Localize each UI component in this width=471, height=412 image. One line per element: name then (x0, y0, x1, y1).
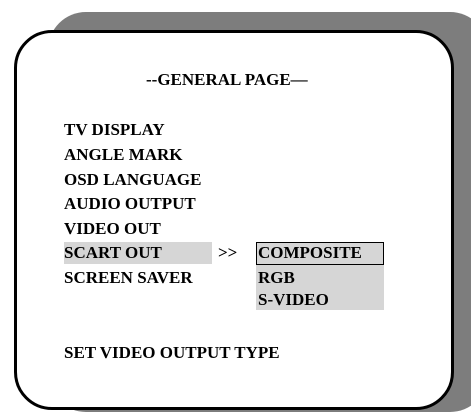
status-help-text: SET VIDEO OUTPUT TYPE (64, 343, 280, 362)
menu-item-osd-language[interactable]: OSD LANGUAGE (64, 170, 201, 190)
menu-item-screen-saver[interactable]: SCREEN SAVER (64, 268, 193, 288)
submenu-option-s-video[interactable]: S-VIDEO (258, 290, 329, 310)
menu-item-tv-display[interactable]: TV DISPLAY (64, 120, 165, 140)
menu-item-scart-out[interactable]: SCART OUT (64, 243, 162, 263)
menu-item-audio-output[interactable]: AUDIO OUTPUT (64, 194, 196, 214)
menu-item-angle-mark[interactable]: ANGLE MARK (64, 145, 183, 165)
submenu-option-rgb[interactable]: RGB (258, 268, 295, 288)
menu-item-video-out[interactable]: VIDEO OUT (64, 219, 161, 239)
submenu-arrow-indicator: >> (218, 243, 238, 262)
page-title: --GENERAL PAGE— (146, 70, 308, 89)
submenu-option-composite[interactable]: COMPOSITE (258, 243, 362, 263)
